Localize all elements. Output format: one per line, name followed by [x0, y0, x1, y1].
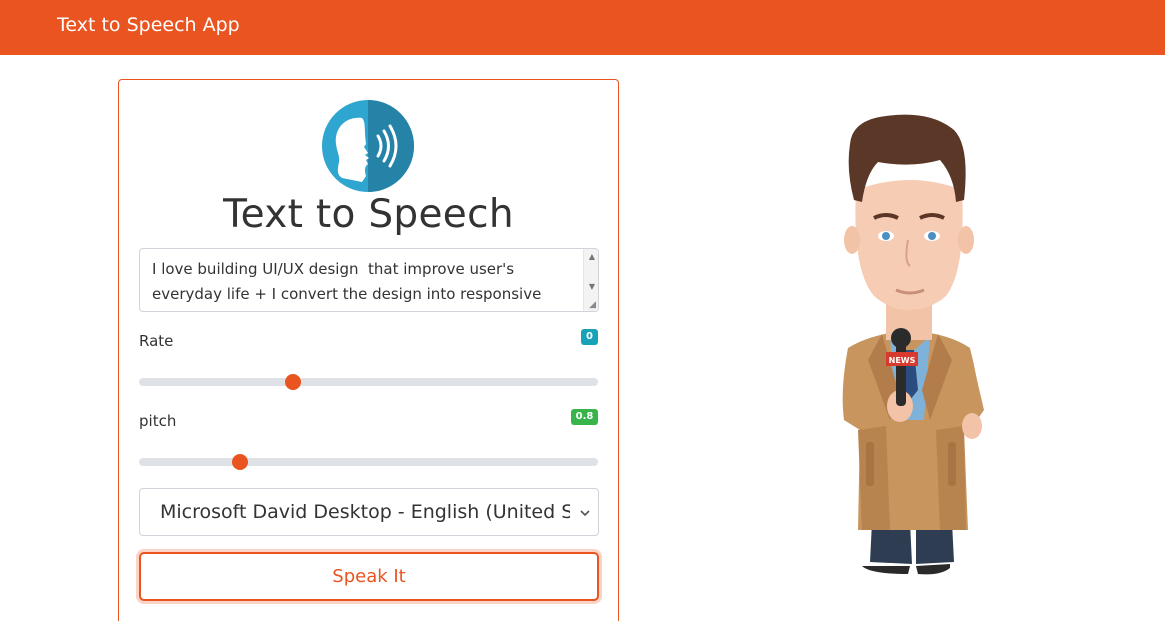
- speak-button[interactable]: Speak It: [139, 552, 599, 601]
- scroll-up-arrow-icon[interactable]: ▲: [589, 252, 595, 261]
- scroll-down-arrow-icon[interactable]: ▼: [589, 282, 595, 291]
- rate-slider[interactable]: [139, 374, 598, 390]
- resize-handle-icon[interactable]: ◢: [589, 300, 596, 310]
- navbar-brand[interactable]: Text to Speech App: [57, 14, 240, 36]
- pitch-value-badge: 0.8: [571, 409, 598, 425]
- rate-slider-thumb[interactable]: [285, 374, 302, 390]
- mic-news-label: NEWS: [889, 356, 916, 365]
- voice-select-value[interactable]: Microsoft David Desktop - English (Unite…: [160, 501, 570, 523]
- pitch-slider[interactable]: [139, 454, 598, 470]
- text-input-value[interactable]: I love building UI/UX design that improv…: [152, 257, 577, 311]
- speaking-head-icon: [322, 100, 414, 192]
- page-title: Text to Speech: [223, 192, 514, 237]
- news-reporter-illustration: NEWS: [842, 114, 984, 575]
- pitch-slider-thumb[interactable]: [232, 454, 249, 470]
- navbar: Text to Speech App: [0, 0, 1165, 55]
- tts-card: Text to Speech I love building UI/UX des…: [118, 79, 619, 621]
- rate-label: Rate: [139, 332, 174, 350]
- voice-select[interactable]: Microsoft David Desktop - English (Unite…: [139, 488, 599, 536]
- chevron-down-icon[interactable]: [579, 507, 591, 519]
- pitch-label: pitch: [139, 412, 177, 430]
- text-input-area[interactable]: I love building UI/UX design that improv…: [139, 248, 599, 312]
- rate-value-badge: 0: [581, 329, 598, 345]
